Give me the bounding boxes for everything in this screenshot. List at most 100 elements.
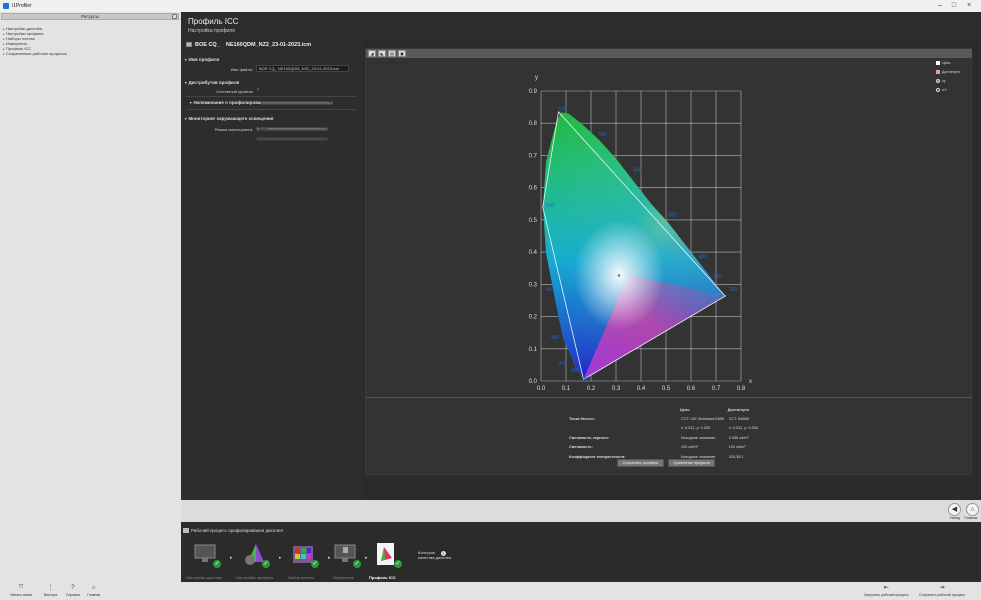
- profile-filename: NE160QDM_NZ2_23-01-2023.icm: [225, 42, 312, 48]
- section-profile-name[interactable]: Имя профиля: [184, 57, 219, 62]
- start-menu-button[interactable]: ⤧ Начало меню: [10, 585, 32, 597]
- resources-sidebar: Ресурсы ▸Настройки дисплея ▸Настройки пр…: [0, 12, 181, 582]
- y-axis-label: y: [535, 75, 538, 81]
- statusbar-label: Загрузить рабочий процесс: [864, 593, 909, 597]
- sidebar-header: Ресурсы: [1, 13, 179, 20]
- y-tick-label: 0.7: [529, 153, 538, 159]
- wavelength-label: 580: [669, 213, 678, 219]
- stats-key: Светимость:: [569, 445, 593, 450]
- stats-target: 120 cd/m²: [681, 445, 698, 450]
- y-tick-label: 0.0: [529, 379, 538, 385]
- divider: [186, 96, 356, 97]
- display-qa-step[interactable]: Контроль качества дисплея: [418, 550, 451, 560]
- stats-target: Исходное значение: [681, 435, 716, 440]
- page-header: Профиль ICC Настройка профиля: [181, 12, 981, 40]
- workflow-step-patch-set[interactable]: ✓: [291, 542, 321, 570]
- help-button[interactable]: ? Справка: [66, 585, 80, 597]
- home-button[interactable]: ⌂: [966, 503, 979, 516]
- divider: [186, 109, 356, 110]
- y-tick-label: 0.3: [529, 282, 538, 288]
- profile-settings-panel: BOE CQ_ NE160QDM_NZ2_23-01-2023.icm Имя …: [181, 40, 363, 500]
- step-arrow-icon: ▸: [328, 555, 331, 561]
- workflow-panel: Рабочий процесс профилирования дисплея ✓…: [181, 522, 981, 582]
- workflow-step-measurement[interactable]: ✓: [333, 542, 363, 570]
- save-profile-button[interactable]: Сохранить профиль: [617, 459, 664, 467]
- statusbar-label: Сохранить рабочий процесс: [919, 593, 966, 597]
- wavelength-label: 470: [559, 361, 568, 367]
- home-icon: ⌂: [970, 506, 975, 513]
- x-tick-label: 0.4: [637, 386, 646, 392]
- legend-label: Достигнуто: [942, 70, 961, 74]
- close-button[interactable]: ×: [962, 1, 976, 11]
- legend-swatch-target: [936, 61, 940, 66]
- section-profile-distribution[interactable]: Дистрибутив профиля: [184, 80, 239, 85]
- home-status-button[interactable]: ⌂ Главная: [87, 585, 100, 597]
- statusbar-label: Справка: [66, 593, 80, 597]
- status-bar: ⤧ Начало меню ⋮ Вектора ? Справка ⌂ Главная …: [0, 582, 981, 600]
- save-icon: ⇥: [939, 585, 945, 591]
- stats-target: CCT: CIE Illuminant D65K: [681, 416, 725, 421]
- monitor-icon: [183, 528, 189, 534]
- load-icon: ⇤: [883, 585, 889, 591]
- file-name-input[interactable]: BOE CQ_ NE160QDM_NZ2_23-01-2023.icm: [256, 65, 349, 72]
- section-ambient-monitoring[interactable]: Мониторинг окружающего освещения: [184, 116, 273, 121]
- chart-toolbar: ◢ ◣ ▤ ▣: [366, 49, 972, 58]
- radio-uv-circle[interactable]: [936, 88, 940, 93]
- workflow-step-profile-settings[interactable]: ✓: [242, 542, 272, 570]
- dots-icon: ⋮: [47, 585, 54, 591]
- sidebar-item-saved-workflows[interactable]: ▸Сохраненные рабочие процессы: [3, 51, 67, 56]
- info-icon[interactable]: i: [441, 551, 446, 556]
- system-level-checkbox[interactable]: ✓: [256, 87, 260, 93]
- check-icon: ✓: [213, 560, 221, 568]
- stats-header-key: [568, 406, 678, 413]
- wavelength-label: 620: [714, 274, 723, 280]
- table-row: Светимость черного: Исходное значение 0.33…: [568, 434, 759, 442]
- stats-table: Цель Достигнуто Точка белого: CCT: CIE Ill…: [566, 404, 761, 463]
- arrows-icon: ⤧: [18, 585, 24, 591]
- save-workflow-button[interactable]: ⇥ Сохранить рабочий процесс: [919, 585, 965, 597]
- chart-view-button-3[interactable]: ▤: [388, 50, 396, 57]
- chart-view-button-1[interactable]: ◢: [368, 50, 376, 57]
- x-tick-label: 0.8: [737, 386, 746, 392]
- minimize-button[interactable]: –: [933, 1, 947, 11]
- table-row: x: 0.312, y: 0.329 x: 0.312, y: 0.330: [568, 425, 759, 433]
- stats-header-row: Цель Достигнуто: [568, 406, 759, 413]
- back-button[interactable]: ◀: [948, 503, 961, 516]
- file-name-label: Имя файла:: [230, 67, 253, 72]
- workflow-title-text: Рабочий процесс профилирования дисплея: [191, 528, 283, 533]
- profiling-reminder-dropdown[interactable]: [261, 101, 333, 105]
- wavelength-label: 540: [599, 132, 608, 138]
- step-label: Измерение: [333, 575, 354, 580]
- divider: [366, 397, 972, 398]
- wavelength-label: 380: [581, 377, 590, 383]
- load-workflow-button[interactable]: ⇤ Загрузить рабочий процесс: [864, 585, 909, 597]
- maximize-button[interactable]: □: [947, 1, 961, 11]
- radio-uv[interactable]: u'v': [936, 88, 960, 97]
- y-tick-label: 0.6: [529, 186, 538, 192]
- page-title: Профиль ICC: [188, 17, 239, 26]
- radio-xy-circle[interactable]: [936, 79, 940, 84]
- legend-target[interactable]: Цель: [936, 61, 960, 70]
- radio-label: xy: [942, 79, 946, 83]
- monitoring-mode-dropdown[interactable]: Выкл.: [256, 127, 328, 131]
- chart-view-button-2[interactable]: ◣: [378, 50, 386, 57]
- monitor-icon: [186, 42, 192, 48]
- monitoring-sub-dropdown: [256, 137, 328, 141]
- window-title: i1Profiler: [12, 3, 32, 9]
- stats-achieved: CCT: 6486K: [728, 416, 750, 421]
- workflow-step-display-settings[interactable]: ✓: [193, 542, 223, 570]
- sidebar-list: ▸Настройки дисплея ▸Настройки профиля ▸Н…: [3, 26, 67, 56]
- wavelength-label: 560: [634, 168, 643, 174]
- chart-view-button-4[interactable]: ▣: [398, 50, 406, 57]
- vectors-button[interactable]: ⋮ Вектора: [44, 585, 57, 597]
- profiling-reminder-label: Напоминание о профилировании: [189, 100, 268, 105]
- radio-xy[interactable]: xy: [936, 79, 960, 88]
- check-icon: ✓: [394, 560, 402, 568]
- sidebar-collapse-button[interactable]: [172, 14, 177, 19]
- legend-achieved[interactable]: Достигнуто: [936, 70, 960, 79]
- compare-profile-button[interactable]: Сравнение профиля: [668, 459, 715, 467]
- home-icon: ⌂: [91, 585, 96, 591]
- workflow-step-icc-profile[interactable]: ✓: [374, 542, 404, 570]
- step-label: Настройки дисплея: [186, 575, 223, 580]
- check-icon: ✓: [353, 560, 361, 568]
